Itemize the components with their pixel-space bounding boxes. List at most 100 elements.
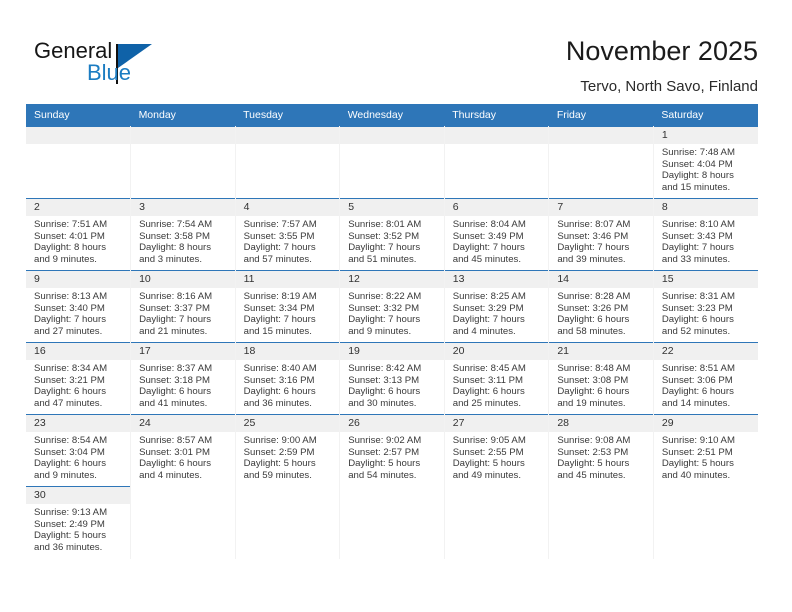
sun-info-sunrise: Sunrise: 8:25 AM [452,291,526,302]
sun-info-sunrise: Sunrise: 8:13 AM [34,291,108,302]
calendar-cell-blank [235,486,341,559]
calendar-day-cell[interactable]: 30 Sunrise: 9:13 AM Sunset: 2:49 PM Dayligh… [26,486,132,559]
calendar-day-cell[interactable]: 6 Sunrise: 8:04 AM Sunset: 3:49 PM Daylight… [444,198,550,271]
calendar-day-cell[interactable]: 27 Sunrise: 9:05 AM Sunset: 2:55 PM Dayligh… [444,414,550,487]
sun-info-sunrise: Sunrise: 8:42 AM [348,363,422,374]
sun-info-daylight1: Daylight: 5 hours [243,458,316,470]
calendar-day-cell[interactable]: 17 Sunrise: 8:37 AM Sunset: 3:18 PM Dayligh… [130,342,236,415]
day-sun-info: Sunrise: 9:02 AM Sunset: 2:57 PM Daylight:… [340,432,444,481]
column-header-wednesday: Wednesday [339,104,445,127]
sun-info-daylight2: and 4 minutes. [452,325,516,337]
calendar-day-cell[interactable]: 22 Sunrise: 8:51 AM Sunset: 3:06 PM Dayligh… [653,342,758,415]
sun-info-daylight1: Daylight: 6 hours [661,386,734,398]
sun-info-daylight1: Daylight: 6 hours [557,314,630,326]
sun-info-daylight2: and 52 minutes. [661,325,731,337]
sun-info-sunset: Sunset: 3:11 PM [452,374,523,386]
page-header: General Blue November 2025 Tervo, North … [0,0,792,104]
sun-info-daylight2: and 4 minutes. [139,469,202,481]
calendar-day-cell[interactable]: 16 Sunrise: 8:34 AM Sunset: 3:21 PM Dayligh… [26,342,132,415]
calendar-day-cell[interactable]: 15 Sunrise: 8:31 AM Sunset: 3:23 PM Dayligh… [653,270,758,343]
sun-info-sunrise: Sunrise: 8:51 AM [661,363,735,374]
day-sun-info: Sunrise: 8:48 AM Sunset: 3:08 PM Daylight:… [549,360,653,409]
calendar-day-cell[interactable]: 10 Sunrise: 8:16 AM Sunset: 3:37 PM Dayligh… [130,270,236,343]
day-sun-info: Sunrise: 9:08 AM Sunset: 2:53 PM Daylight:… [549,432,653,481]
sun-info-sunset: Sunset: 3:49 PM [452,230,524,242]
calendar-day-cell[interactable]: 23 Sunrise: 8:54 AM Sunset: 3:04 PM Dayligh… [26,414,132,487]
sun-info-daylight2: and 39 minutes. [557,253,626,265]
day-number [340,127,444,144]
calendar-day-cell[interactable]: 29 Sunrise: 9:10 AM Sunset: 2:51 PM Dayligh… [653,414,758,487]
calendar-cell-blank [653,486,758,559]
sun-info-daylight2: and 47 minutes. [34,397,103,409]
sun-info-daylight1: Daylight: 6 hours [139,458,212,470]
sun-info-sunrise: Sunrise: 9:00 AM [243,435,317,446]
sun-info-sunset: Sunset: 2:55 PM [452,446,524,458]
sun-info-sunset: Sunset: 3:16 PM [243,374,315,386]
sun-info-daylight1: Daylight: 7 hours [139,314,212,326]
day-number: 1 [653,127,758,144]
sun-info-sunset: Sunset: 3:43 PM [661,230,733,242]
sun-info-sunrise: Sunrise: 8:45 AM [452,363,526,374]
calendar-day-cell[interactable]: 28 Sunrise: 9:08 AM Sunset: 2:53 PM Dayligh… [548,414,654,487]
calendar-day-cell[interactable]: 13 Sunrise: 8:25 AM Sunset: 3:29 PM Dayligh… [444,270,550,343]
calendar-day-cell[interactable]: 1 Sunrise: 7:48 AM Sunset: 4:04 PM Daylight… [653,126,758,199]
calendar-day-cell[interactable]: 12 Sunrise: 8:22 AM Sunset: 3:32 PM Dayligh… [339,270,445,343]
day-sun-info: Sunrise: 9:10 AM Sunset: 2:51 PM Daylight:… [654,432,758,481]
column-header-saturday: Saturday [653,104,758,127]
calendar-day-cell[interactable]: 26 Sunrise: 9:02 AM Sunset: 2:57 PM Dayligh… [339,414,445,487]
sun-info-sunset: Sunset: 3:01 PM [139,446,210,458]
day-number: 17 [131,343,235,360]
sun-info-sunset: Sunset: 3:55 PM [243,230,315,242]
day-sun-info: Sunrise: 8:10 AM Sunset: 3:43 PM Daylight:… [654,216,758,265]
calendar-day-cell[interactable]: 9 Sunrise: 8:13 AM Sunset: 3:40 PM Daylight… [26,270,132,343]
sun-info-sunrise: Sunrise: 8:48 AM [557,363,631,374]
day-sun-info: Sunrise: 8:28 AM Sunset: 3:26 PM Daylight:… [549,288,653,337]
calendar-day-cell[interactable]: 25 Sunrise: 9:00 AM Sunset: 2:59 PM Dayligh… [235,414,341,487]
sun-info-sunset: Sunset: 2:53 PM [557,446,629,458]
sun-info-daylight2: and 54 minutes. [348,469,417,481]
calendar-day-cell[interactable]: 19 Sunrise: 8:42 AM Sunset: 3:13 PM Dayligh… [339,342,445,415]
day-number: 6 [444,199,549,216]
calendar-day-cell[interactable]: 4 Sunrise: 7:57 AM Sunset: 3:55 PM Daylight… [235,198,341,271]
day-number: 20 [444,343,549,360]
column-header-sunday: Sunday [26,104,131,127]
calendar-day-cell[interactable]: 14 Sunrise: 8:28 AM Sunset: 3:26 PM Dayligh… [548,270,654,343]
day-number: 24 [131,415,235,432]
calendar-day-cell[interactable]: 11 Sunrise: 8:19 AM Sunset: 3:34 PM Dayligh… [235,270,341,343]
sun-info-daylight2: and 36 minutes. [243,397,312,409]
column-header-thursday: Thursday [444,104,549,127]
sun-info-daylight1: Daylight: 8 hours [34,242,106,254]
calendar-day-cell[interactable]: 5 Sunrise: 8:01 AM Sunset: 3:52 PM Daylight… [339,198,445,271]
calendar-day-cell[interactable]: 24 Sunrise: 8:57 AM Sunset: 3:01 PM Dayligh… [130,414,236,487]
calendar-day-cell[interactable]: 8 Sunrise: 8:10 AM Sunset: 3:43 PM Daylight… [653,198,758,271]
sun-info-daylight2: and 15 minutes. [243,325,312,337]
calendar-day-cell[interactable]: 3 Sunrise: 7:54 AM Sunset: 3:58 PM Daylight… [130,198,236,271]
day-sun-info: Sunrise: 8:57 AM Sunset: 3:01 PM Daylight:… [131,432,235,481]
calendar-day-cell[interactable]: 18 Sunrise: 8:40 AM Sunset: 3:16 PM Dayligh… [235,342,341,415]
sun-info-daylight2: and 40 minutes. [661,469,731,481]
sun-info-sunset: Sunset: 3:23 PM [661,302,733,314]
calendar-day-cell[interactable]: 7 Sunrise: 8:07 AM Sunset: 3:46 PM Daylight… [548,198,654,271]
day-number: 10 [131,271,235,288]
day-sun-info: Sunrise: 9:05 AM Sunset: 2:55 PM Daylight:… [445,432,549,481]
day-number [235,127,340,144]
sun-info-daylight2: and 58 minutes. [557,325,626,337]
sun-info-sunset: Sunset: 3:40 PM [34,302,105,314]
day-number: 23 [26,415,131,432]
sun-info-sunrise: Sunrise: 8:57 AM [139,435,213,446]
sun-info-sunrise: Sunrise: 8:01 AM [348,219,422,230]
day-number: 9 [26,271,131,288]
day-number [444,127,549,144]
calendar-day-cell[interactable]: 21 Sunrise: 8:48 AM Sunset: 3:08 PM Dayligh… [548,342,654,415]
day-number: 13 [444,271,549,288]
general-blue-logo[interactable]: General Blue [34,38,234,90]
page-title: November 2025 [565,36,758,66]
sun-info-sunrise: Sunrise: 7:51 AM [34,219,108,230]
sun-info-sunrise: Sunrise: 9:05 AM [452,435,526,446]
calendar-day-cell[interactable]: 20 Sunrise: 8:45 AM Sunset: 3:11 PM Dayligh… [444,342,550,415]
sun-info-sunrise: Sunrise: 8:07 AM [557,219,631,230]
calendar-day-cell[interactable]: 2 Sunrise: 7:51 AM Sunset: 4:01 PM Daylight… [26,198,132,271]
page-subtitle-location: Tervo, North Savo, Finland [580,78,758,95]
calendar-week-row: 16 Sunrise: 8:34 AM Sunset: 3:21 PM Dayligh… [26,342,758,415]
calendar-cell-blank [339,486,445,559]
